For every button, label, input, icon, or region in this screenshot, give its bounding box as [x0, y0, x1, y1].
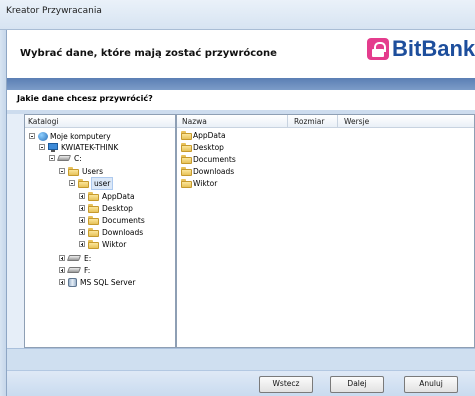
- expand-icon[interactable]: [59, 255, 65, 261]
- bitbank-logo: BitBank: [367, 36, 475, 66]
- catalog-header: Katalogi: [25, 115, 175, 128]
- tree-label: C:: [74, 154, 82, 163]
- collapse-icon[interactable]: [29, 133, 35, 139]
- folder-icon: [78, 179, 89, 188]
- tree-node-documents[interactable]: Documents: [79, 215, 174, 226]
- question-text: Jakie dane chcesz przywrócić?: [17, 94, 153, 103]
- tree-label: Desktop: [102, 204, 133, 213]
- expand-icon[interactable]: [59, 279, 65, 285]
- file-list-header: Nazwa Rozmiar Wersje: [177, 115, 474, 128]
- collapse-icon[interactable]: [69, 180, 75, 186]
- folder-icon: [181, 143, 192, 152]
- tree-node-appdata[interactable]: AppData: [79, 191, 169, 202]
- question-bar: Jakie dane chcesz przywrócić?: [7, 90, 475, 110]
- page-title: Wybrać dane, które mają zostać przywróco…: [20, 48, 277, 59]
- tree-label: AppData: [102, 192, 135, 201]
- collapse-icon[interactable]: [49, 155, 55, 161]
- button-bar: Wstecz Dalej Anuluj: [7, 370, 475, 396]
- tree-label: Documents: [102, 216, 145, 225]
- catalog-header-label: Katalogi: [28, 117, 59, 126]
- list-item-label: Downloads: [193, 167, 235, 176]
- expand-icon[interactable]: [79, 217, 85, 223]
- tree-label: E:: [84, 254, 92, 263]
- column-header-name[interactable]: Nazwa: [182, 117, 207, 126]
- column-header-size[interactable]: Rozmiar: [294, 117, 324, 126]
- tree-node-user[interactable]: user: [69, 177, 129, 190]
- folder-icon: [181, 179, 192, 188]
- tree-label: F:: [84, 266, 91, 275]
- tree-node-wiktor[interactable]: Wiktor: [79, 239, 169, 250]
- window-titlebar: Kreator Przywracania: [0, 0, 475, 30]
- column-header-versions[interactable]: Wersje: [344, 117, 369, 126]
- computer-icon: [48, 143, 58, 152]
- column-divider[interactable]: [337, 115, 338, 127]
- expand-icon[interactable]: [59, 267, 65, 273]
- header-band: [7, 78, 475, 90]
- list-item-label: Documents: [193, 155, 236, 164]
- tree-label: Downloads: [102, 228, 144, 237]
- tree-label: Wiktor: [102, 240, 127, 249]
- window-left-frame: [0, 30, 7, 396]
- list-item[interactable]: Desktop: [181, 142, 281, 153]
- tree-node-users[interactable]: Users: [59, 166, 159, 177]
- expand-icon[interactable]: [79, 193, 85, 199]
- tree-node-drive-e[interactable]: E:: [59, 253, 119, 264]
- collapse-icon[interactable]: [39, 144, 45, 150]
- tree-node-root[interactable]: Moje komputery: [29, 131, 169, 142]
- drive-icon: [56, 155, 72, 161]
- folder-icon: [181, 131, 192, 140]
- list-item-label: Wiktor: [193, 179, 218, 188]
- folder-icon: [88, 192, 99, 201]
- column-divider[interactable]: [287, 115, 288, 127]
- cancel-button[interactable]: Anuluj: [404, 376, 458, 393]
- tree-node-downloads[interactable]: Downloads: [79, 227, 174, 238]
- panel-gutter: [7, 114, 24, 348]
- list-item[interactable]: Downloads: [181, 166, 281, 177]
- folder-icon: [88, 240, 99, 249]
- list-item-label: AppData: [193, 131, 226, 140]
- folder-icon: [88, 204, 99, 213]
- back-button[interactable]: Wstecz: [259, 376, 313, 393]
- expand-icon[interactable]: [79, 241, 85, 247]
- file-list-panel[interactable]: Nazwa Rozmiar Wersje AppData Desktop Doc…: [176, 114, 475, 348]
- tree-node-computer[interactable]: KWIATEK-THINK: [39, 142, 169, 153]
- drive-icon: [66, 267, 82, 273]
- brand-name: BitBank: [392, 36, 475, 61]
- tree-label: Moje komputery: [50, 132, 111, 141]
- tree-node-sql-server[interactable]: MS SQL Server: [59, 277, 169, 288]
- tree-node-drive-c[interactable]: C:: [49, 153, 159, 164]
- list-item[interactable]: Wiktor: [181, 178, 281, 189]
- folder-icon: [88, 228, 99, 237]
- catalog-tree-panel[interactable]: Katalogi Moje komputery KWIATEK-THINK C:…: [24, 114, 176, 348]
- drive-icon: [66, 255, 82, 261]
- tree-label: Users: [82, 167, 104, 176]
- lock-icon: [367, 38, 389, 60]
- tree-node-desktop[interactable]: Desktop: [79, 203, 169, 214]
- tree-node-drive-f[interactable]: F:: [59, 265, 119, 276]
- folder-icon: [181, 167, 192, 176]
- window-title: Kreator Przywracania: [6, 6, 102, 16]
- next-button[interactable]: Dalej: [330, 376, 384, 393]
- folder-icon: [88, 216, 99, 225]
- list-item[interactable]: Documents: [181, 154, 281, 165]
- tree-label: KWIATEK-THINK: [61, 143, 119, 152]
- tree-label: user: [90, 177, 114, 190]
- tree-label: MS SQL Server: [80, 278, 136, 287]
- status-area: [7, 348, 475, 370]
- list-item[interactable]: AppData: [181, 130, 281, 141]
- folder-icon: [181, 155, 192, 164]
- collapse-icon[interactable]: [59, 168, 65, 174]
- expand-icon[interactable]: [79, 205, 85, 211]
- list-item-label: Desktop: [193, 143, 224, 152]
- folder-icon: [68, 167, 79, 176]
- wizard-header: Wybrać dane, które mają zostać przywróco…: [7, 30, 475, 78]
- database-icon: [68, 278, 77, 287]
- expand-icon[interactable]: [79, 229, 85, 235]
- network-icon: [38, 132, 48, 141]
